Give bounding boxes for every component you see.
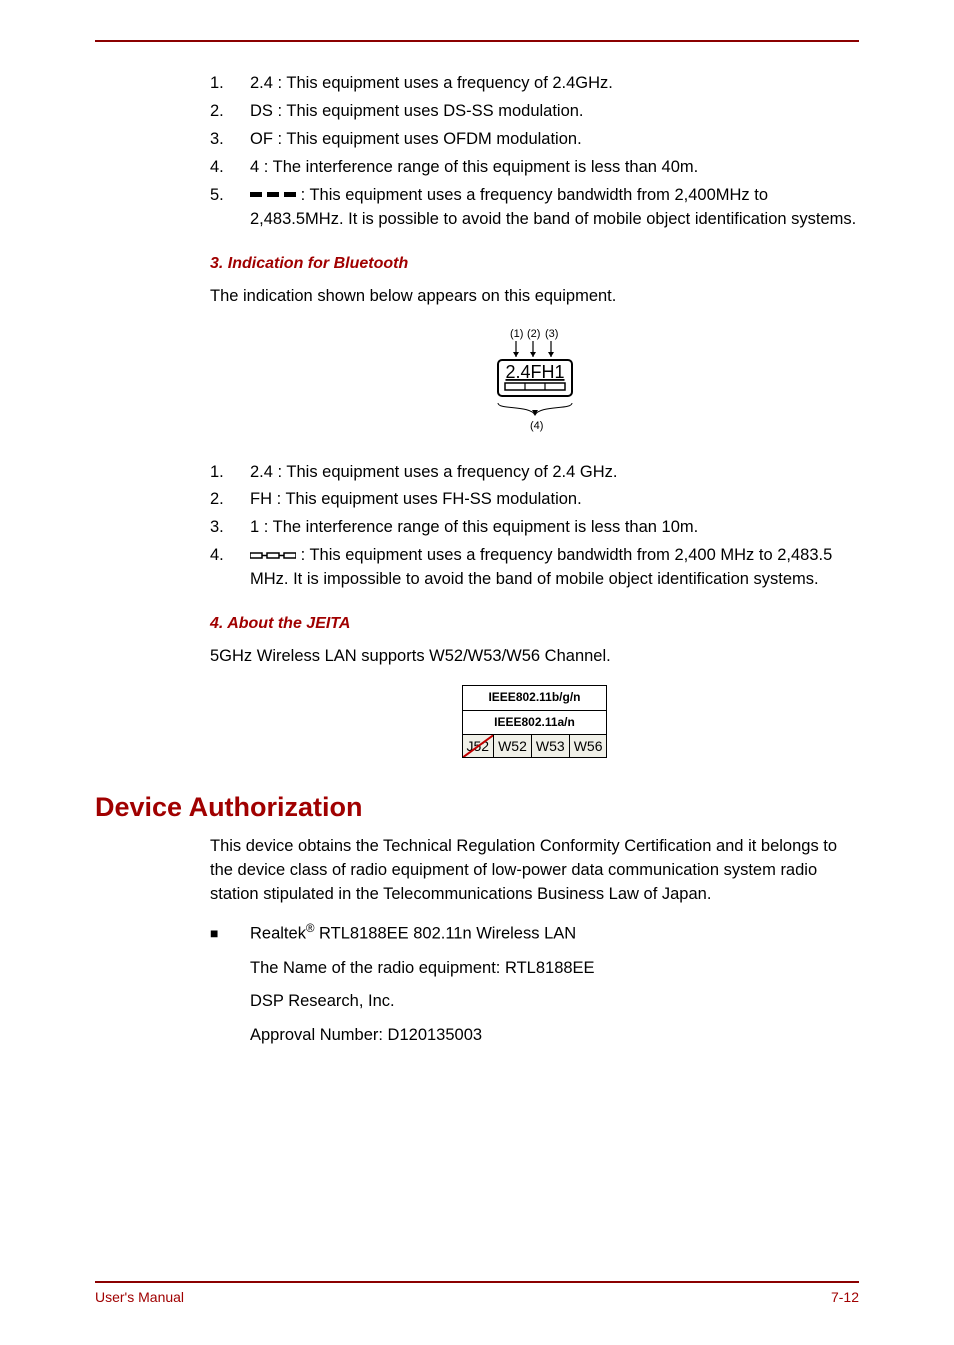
fig-label-3: (3) — [545, 328, 558, 340]
list-section-2: 1.2.4 : This equipment uses a frequency … — [210, 72, 859, 232]
realtek-name: Realtek — [250, 925, 306, 943]
approval-number: Approval Number: D120135003 — [250, 1024, 859, 1048]
auth-para: This device obtains the Technical Regula… — [210, 835, 859, 907]
list-item-text: : This equipment uses a frequency bandwi… — [250, 544, 859, 592]
list-number: 3. — [210, 516, 250, 540]
list-item-text: FH : This equipment uses FH-SS modulatio… — [250, 488, 859, 512]
list-item-text: 1 : The interference range of this equip… — [250, 516, 859, 540]
jeita-row1: IEEE802.11b/g/n — [462, 686, 607, 710]
list-item-text: : This equipment uses a frequency bandwi… — [250, 184, 859, 232]
jeita-cell-w56: W56 — [569, 735, 607, 758]
certifier-name: DSP Research, Inc. — [250, 990, 859, 1014]
device-authorization-content: This device obtains the Technical Regula… — [210, 835, 859, 1048]
square-bullet-icon: ■ — [210, 921, 250, 946]
list-number: 4. — [210, 544, 250, 592]
section3-heading: 3. Indication for Bluetooth — [210, 252, 859, 275]
list-item-text: DS : This equipment uses DS-SS modulatio… — [250, 100, 859, 124]
footer-right: 7-12 — [831, 1289, 859, 1305]
jeita-table-figure: IEEE802.11b/g/n IEEE802.11a/n J52 W52 W5… — [210, 685, 859, 758]
list-item-text-after: : This equipment uses a frequency bandwi… — [250, 186, 856, 228]
footer-left: User's Manual — [95, 1289, 184, 1305]
list-section-3: 1.2.4 : This equipment uses a frequency … — [210, 461, 859, 593]
bandwidth-partial-icon — [250, 551, 296, 561]
bandwidth-full-icon — [250, 190, 296, 200]
list-number: 5. — [210, 184, 250, 232]
section4-heading: 4. About the JEITA — [210, 612, 859, 635]
list-item-text: OF : This equipment uses OFDM modulation… — [250, 128, 859, 152]
jeita-cell-w53: W53 — [531, 735, 569, 758]
main-content: 1.2.4 : This equipment uses a frequency … — [210, 72, 859, 758]
bullet-text: Realtek® RTL8188EE 802.11n Wireless LAN — [250, 921, 576, 946]
section4-para: 5GHz Wireless LAN supports W52/W53/W56 C… — [210, 645, 859, 669]
jeita-cell-j52: J52 — [462, 735, 494, 758]
section3-para: The indication shown below appears on th… — [210, 285, 859, 309]
fig-box-label: 2.4FH1 — [505, 362, 564, 382]
list-item-text: 2.4 : This equipment uses a frequency of… — [250, 461, 859, 485]
list-number: 1. — [210, 461, 250, 485]
list-number: 2. — [210, 100, 250, 124]
bullet-item: ■ Realtek® RTL8188EE 802.11n Wireless LA… — [210, 921, 859, 946]
list-item-text: 2.4 : This equipment uses a frequency of… — [250, 72, 859, 96]
page-footer: User's Manual 7-12 — [95, 1281, 859, 1305]
list-number: 1. — [210, 72, 250, 96]
list-number: 4. — [210, 156, 250, 180]
fig-label-1: (1) — [510, 328, 523, 340]
jeita-row2: IEEE802.11a/n — [462, 710, 607, 734]
jeita-cell-w52: W52 — [494, 735, 532, 758]
fig-label-4: (4) — [530, 420, 543, 432]
bluetooth-indication-figure: (1) (2) (3) 2.4FH1 (4) — [210, 325, 859, 443]
device-authorization-heading: Device Authorization — [95, 792, 859, 823]
top-rule — [95, 40, 859, 42]
fig-label-2: (2) — [527, 328, 540, 340]
list-number: 2. — [210, 488, 250, 512]
radio-equipment-name: The Name of the radio equipment: RTL8188… — [250, 957, 859, 981]
list-number: 3. — [210, 128, 250, 152]
list-item-text-after: : This equipment uses a frequency bandwi… — [250, 546, 832, 588]
product-name: RTL8188EE 802.11n Wireless LAN — [314, 925, 576, 943]
list-item-text: 4 : The interference range of this equip… — [250, 156, 859, 180]
